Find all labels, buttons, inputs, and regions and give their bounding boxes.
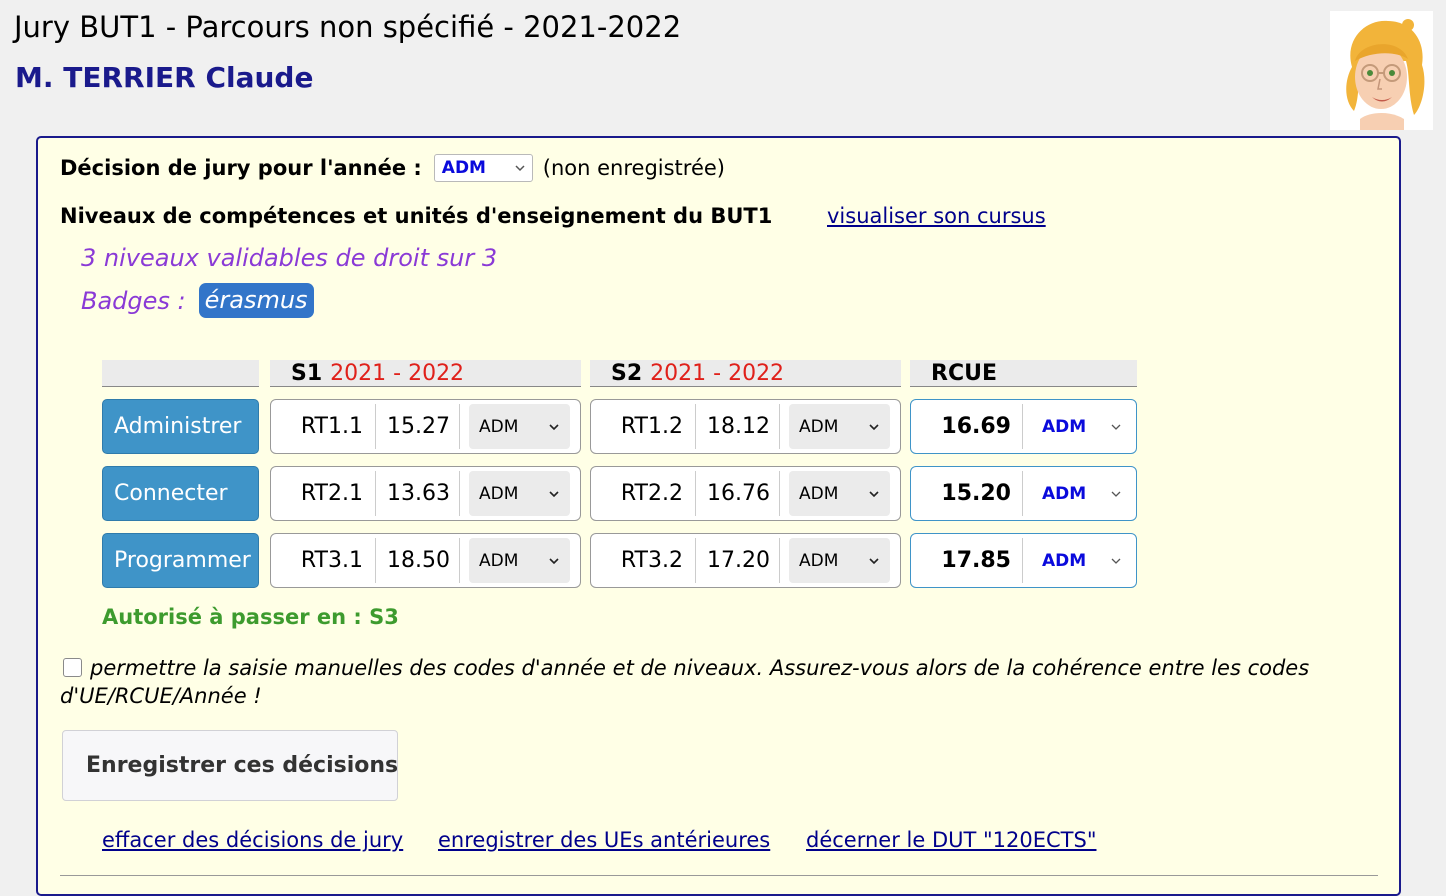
rcue-decision-value: ADM	[1042, 550, 1087, 571]
ue-average: 18.12	[696, 404, 780, 449]
ue-card-s2: RT2.2 16.76 ADM	[590, 466, 901, 521]
ue-average: 17.20	[696, 538, 780, 583]
ue-decision-value: ADM	[799, 416, 839, 437]
chevron-down-icon	[549, 490, 559, 497]
ue-average: 15.27	[376, 404, 460, 449]
chevron-down-icon	[1111, 424, 1121, 430]
page-title: Jury BUT1 - Parcours non spécifié - 2021…	[14, 10, 682, 44]
chevron-down-icon	[549, 557, 559, 564]
jury-panel: Décision de jury pour l'année : ADM (non…	[36, 136, 1401, 896]
chevron-down-icon	[869, 490, 879, 497]
year-decision-value: ADM	[441, 158, 486, 178]
year-decision-select[interactable]: ADM	[433, 154, 533, 182]
validables-note: 3 niveaux validables de droit sur 3	[81, 244, 498, 272]
clear-decisions-link[interactable]: effacer des décisions de jury	[102, 828, 403, 852]
ue-card-s2: RT1.2 18.12 ADM	[590, 399, 901, 454]
ue-decision-select[interactable]: ADM	[469, 471, 570, 516]
col-header-s2: S2 2021 - 2022	[590, 360, 901, 387]
ue-card-s1: RT2.1 13.63 ADM	[270, 466, 581, 521]
badges-row: Badges : érasmus	[81, 283, 314, 318]
rcue-card: 17.85 ADM	[910, 533, 1137, 588]
rcue-label: RCUE	[931, 361, 997, 386]
ue-decision-select[interactable]: ADM	[789, 471, 890, 516]
chevron-down-icon	[1111, 491, 1121, 497]
rcue-decision-select[interactable]: ADM	[1030, 471, 1132, 516]
col-header-blank	[102, 360, 259, 387]
s1-year: 2021 - 2022	[330, 361, 465, 386]
chevron-down-icon	[549, 423, 559, 430]
avatar-illustration-icon	[1330, 11, 1433, 130]
rcue-decision-select[interactable]: ADM	[1030, 538, 1132, 583]
competence-administrer[interactable]: Administrer	[102, 399, 259, 454]
ue-decision-value: ADM	[479, 416, 519, 437]
chevron-down-icon	[869, 557, 879, 564]
year-decision-label: Décision de jury pour l'année :	[60, 156, 422, 180]
ue-card-s1: RT1.1 15.27 ADM	[270, 399, 581, 454]
rcue-decision-value: ADM	[1042, 416, 1087, 437]
ue-code: RT3.2	[591, 538, 696, 583]
s1-label: S1	[291, 361, 323, 386]
ue-decision-value: ADM	[479, 550, 519, 571]
section-title: Niveaux de compétences et unités d'ensei…	[60, 204, 773, 228]
rcue-average: 17.85	[911, 538, 1023, 583]
ue-decision-value: ADM	[799, 483, 839, 504]
ue-decision-select[interactable]: ADM	[789, 538, 890, 583]
ue-card-s2: RT3.2 17.20 ADM	[590, 533, 901, 588]
ue-card-s1: RT3.1 18.50 ADM	[270, 533, 581, 588]
chevron-down-icon	[515, 165, 525, 172]
ue-code: RT3.1	[271, 538, 376, 583]
col-header-rcue: RCUE	[910, 360, 1137, 387]
chevron-down-icon	[1111, 558, 1121, 564]
competence-programmer[interactable]: Programmer	[102, 533, 259, 588]
year-decision-row: Décision de jury pour l'année : ADM (non…	[60, 154, 725, 182]
ue-decision-select[interactable]: ADM	[789, 404, 890, 449]
student-name: M. TERRIER Claude	[15, 61, 314, 94]
s2-label: S2	[611, 361, 643, 386]
ue-average: 13.63	[376, 471, 460, 516]
ue-decision-value: ADM	[479, 483, 519, 504]
rcue-card: 16.69 ADM	[910, 399, 1137, 454]
ue-average: 16.76	[696, 471, 780, 516]
autorise-passage: Autorisé à passer en : S3	[102, 605, 399, 629]
ue-code: RT1.1	[271, 404, 376, 449]
rcue-average: 15.20	[911, 471, 1023, 516]
rcue-decision-value: ADM	[1042, 483, 1087, 504]
rcue-card: 15.20 ADM	[910, 466, 1137, 521]
rcue-decision-select[interactable]: ADM	[1030, 404, 1132, 449]
rcue-average: 16.69	[911, 404, 1023, 449]
manual-entry-text: permettre la saisie manuelles des codes …	[60, 656, 1310, 708]
ue-decision-value: ADM	[799, 550, 839, 571]
view-cursus-link[interactable]: visualiser son cursus	[827, 204, 1046, 228]
badge-erasmus: érasmus	[198, 283, 314, 318]
s2-year: 2021 - 2022	[650, 361, 785, 386]
record-previous-ues-link[interactable]: enregistrer des UEs antérieures	[438, 828, 770, 852]
ue-average: 18.50	[376, 538, 460, 583]
ue-decision-select[interactable]: ADM	[469, 538, 570, 583]
col-header-s1: S1 2021 - 2022	[270, 360, 581, 387]
avatar	[1330, 11, 1433, 130]
ue-decision-select[interactable]: ADM	[469, 404, 570, 449]
badges-label: Badges :	[81, 286, 186, 315]
manual-entry-checkbox[interactable]	[63, 658, 82, 677]
competence-connecter[interactable]: Connecter	[102, 466, 259, 521]
save-decisions-button[interactable]: Enregistrer ces décisions	[62, 730, 398, 801]
award-dut-link[interactable]: décerner le DUT "120ECTS"	[806, 828, 1096, 852]
divider	[60, 875, 1378, 876]
save-status: (non enregistrée)	[542, 156, 725, 180]
ue-code: RT2.2	[591, 471, 696, 516]
chevron-down-icon	[869, 423, 879, 430]
ue-code: RT2.1	[271, 471, 376, 516]
ue-code: RT1.2	[591, 404, 696, 449]
